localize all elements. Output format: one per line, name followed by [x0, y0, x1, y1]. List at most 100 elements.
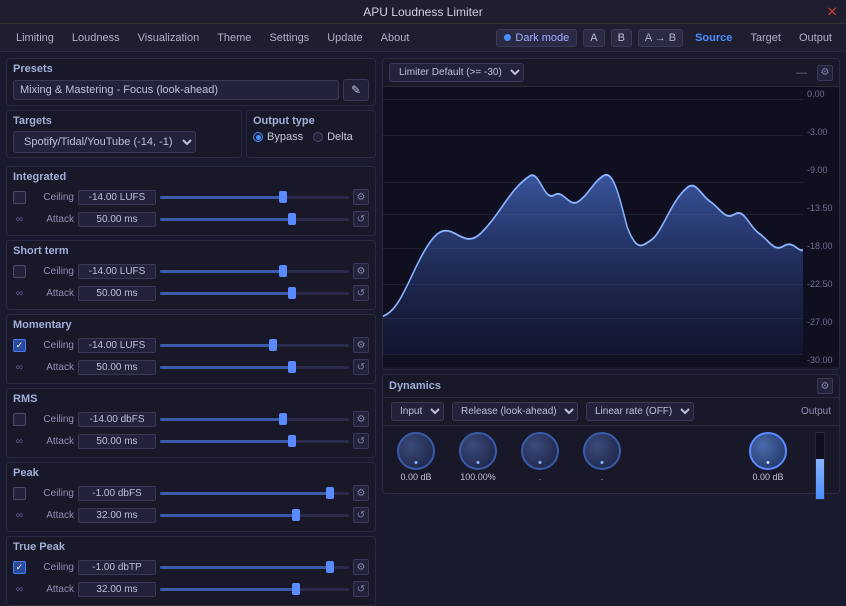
peak-reset-button[interactable]: ↺ — [353, 507, 369, 523]
true-peak-attack-value[interactable]: 32.00 ms — [78, 582, 156, 597]
ab-b-button[interactable]: B — [611, 29, 632, 47]
rms-ceiling-value[interactable]: -14.00 dbFS — [78, 412, 156, 427]
preset-select[interactable]: Mixing & Mastering - Focus (look-ahead) — [13, 80, 339, 100]
limiter-preset-select[interactable]: Limiter Default (>= -30) — [389, 63, 524, 82]
limiter-section: Limiter Default (>= -30) — ⚙ — [382, 58, 840, 370]
title-bar: APU Loudness Limiter ✕ — [0, 0, 846, 24]
rms-ceiling-slider[interactable] — [160, 412, 349, 426]
rms-gear-button[interactable]: ⚙ — [353, 411, 369, 427]
integrated-ceiling-value[interactable]: -14.00 LUFS — [78, 190, 156, 205]
rms-attack-slider[interactable] — [160, 434, 349, 448]
integrated-checkbox[interactable] — [13, 191, 26, 204]
output-button[interactable]: Output — [793, 30, 838, 46]
short-term-ceiling-slider[interactable] — [160, 264, 349, 278]
true-peak-checkbox[interactable] — [13, 561, 26, 574]
short-term-attack-slider[interactable] — [160, 286, 349, 300]
peak-gear-button[interactable]: ⚙ — [353, 485, 369, 501]
source-button[interactable]: Source — [689, 30, 738, 46]
peak-ceiling-label: Ceiling — [26, 488, 74, 499]
grid-label-7: -30.00 — [807, 355, 835, 365]
short-term-ceiling-value[interactable]: -14.00 LUFS — [78, 264, 156, 279]
short-term-gear-button[interactable]: ⚙ — [353, 263, 369, 279]
ab-arrow-button[interactable]: A → B — [638, 29, 683, 47]
menu-update[interactable]: Update — [319, 29, 370, 47]
peak-checkbox[interactable] — [13, 487, 26, 500]
short-term-attack-value[interactable]: 50.00 ms — [78, 286, 156, 301]
output-knob[interactable] — [749, 432, 787, 470]
dynamics-rate-select[interactable]: Linear rate (OFF) — [586, 402, 694, 421]
dynamics-release-select[interactable]: Release (look-ahead) — [452, 402, 578, 421]
knob-3-value: . — [539, 472, 542, 482]
short-term-checkbox[interactable] — [13, 265, 26, 278]
grid-label-6: -27.00 — [807, 317, 835, 327]
release-knob-group: 100.00% — [459, 432, 497, 482]
target-button[interactable]: Target — [744, 30, 787, 46]
input-knob[interactable] — [397, 432, 435, 470]
integrated-section: Integrated Ceiling -14.00 LUFS ⚙ ∞ Attac… — [6, 166, 376, 236]
menu-visualization[interactable]: Visualization — [130, 29, 208, 47]
grid-label-1: -3.00 — [807, 127, 835, 137]
menu-limiting[interactable]: Limiting — [8, 29, 62, 47]
true-peak-link-icon: ∞ — [13, 583, 26, 596]
delta-radio[interactable]: Delta — [313, 131, 353, 143]
integrated-gear-button[interactable]: ⚙ — [353, 189, 369, 205]
preset-edit-button[interactable]: ✎ — [343, 79, 369, 101]
dark-mode-button[interactable]: Dark mode — [496, 29, 577, 47]
peak-ceiling-value[interactable]: -1.00 dbFS — [78, 486, 156, 501]
true-peak-attack-row: ∞ Attack 32.00 ms ↺ — [13, 579, 369, 599]
true-peak-ceiling-row: Ceiling -1.00 dbTP ⚙ — [13, 557, 369, 577]
menu-about[interactable]: About — [373, 29, 418, 47]
integrated-reset-button[interactable]: ↺ — [353, 211, 369, 227]
momentary-checkbox[interactable] — [13, 339, 26, 352]
momentary-reset-button[interactable]: ↺ — [353, 359, 369, 375]
app-title: APU Loudness Limiter — [363, 5, 482, 19]
menu-loudness[interactable]: Loudness — [64, 29, 128, 47]
left-panel: Presets Mixing & Mastering - Focus (look… — [6, 58, 376, 494]
rms-attack-value[interactable]: 50.00 ms — [78, 434, 156, 449]
true-peak-attack-slider[interactable] — [160, 582, 349, 596]
menu-theme[interactable]: Theme — [209, 29, 259, 47]
ab-a-button[interactable]: A — [583, 29, 604, 47]
momentary-attack-slider[interactable] — [160, 360, 349, 374]
momentary-ceiling-slider[interactable] — [160, 338, 349, 352]
true-peak-reset-button[interactable]: ↺ — [353, 581, 369, 597]
rms-ceiling-label: Ceiling — [26, 414, 74, 425]
bypass-radio[interactable]: Bypass — [253, 131, 303, 143]
true-peak-gear-button[interactable]: ⚙ — [353, 559, 369, 575]
menu-settings[interactable]: Settings — [261, 29, 317, 47]
rms-checkbox[interactable] — [13, 413, 26, 426]
delta-label: Delta — [327, 131, 353, 143]
true-peak-attack-label: Attack — [26, 584, 74, 595]
close-button[interactable]: ✕ — [826, 3, 838, 20]
delta-radio-dot — [313, 132, 323, 142]
limiter-minus-icon[interactable]: — — [796, 67, 807, 79]
limiter-gear-button[interactable]: ⚙ — [817, 65, 833, 81]
peak-ceiling-row: Ceiling -1.00 dbFS ⚙ — [13, 483, 369, 503]
limiter-header: Limiter Default (>= -30) — ⚙ — [383, 59, 839, 87]
integrated-ceiling-slider[interactable] — [160, 190, 349, 204]
short-term-reset-button[interactable]: ↺ — [353, 285, 369, 301]
true-peak-ceiling-label: Ceiling — [26, 562, 74, 573]
knob-3[interactable] — [521, 432, 559, 470]
rms-reset-button[interactable]: ↺ — [353, 433, 369, 449]
momentary-gear-button[interactable]: ⚙ — [353, 337, 369, 353]
target-select[interactable]: Spotify/Tidal/YouTube (-14, -1) — [13, 131, 196, 153]
output-knob-group: 0.00 dB — [749, 432, 787, 482]
momentary-attack-value[interactable]: 50.00 ms — [78, 360, 156, 375]
peak-attack-value[interactable]: 32.00 ms — [78, 508, 156, 523]
menu-right: Dark mode A B A → B Source Target Output — [496, 29, 838, 47]
peak-ceiling-slider[interactable] — [160, 486, 349, 500]
dynamics-selects-row: Input Release (look-ahead) Linear rate (… — [383, 398, 839, 426]
dynamics-input-select[interactable]: Input — [391, 402, 444, 421]
dynamics-gear-button[interactable]: ⚙ — [817, 378, 833, 394]
momentary-ceiling-value[interactable]: -14.00 LUFS — [78, 338, 156, 353]
true-peak-ceiling-value[interactable]: -1.00 dbTP — [78, 560, 156, 575]
peak-attack-slider[interactable] — [160, 508, 349, 522]
short-term-link-icon: ∞ — [13, 287, 26, 300]
knob-4[interactable] — [583, 432, 621, 470]
integrated-attack-value[interactable]: 50.00 ms — [78, 212, 156, 227]
true-peak-ceiling-slider[interactable] — [160, 560, 349, 574]
integrated-attack-slider[interactable] — [160, 212, 349, 226]
release-knob[interactable] — [459, 432, 497, 470]
dark-mode-indicator — [504, 34, 511, 41]
